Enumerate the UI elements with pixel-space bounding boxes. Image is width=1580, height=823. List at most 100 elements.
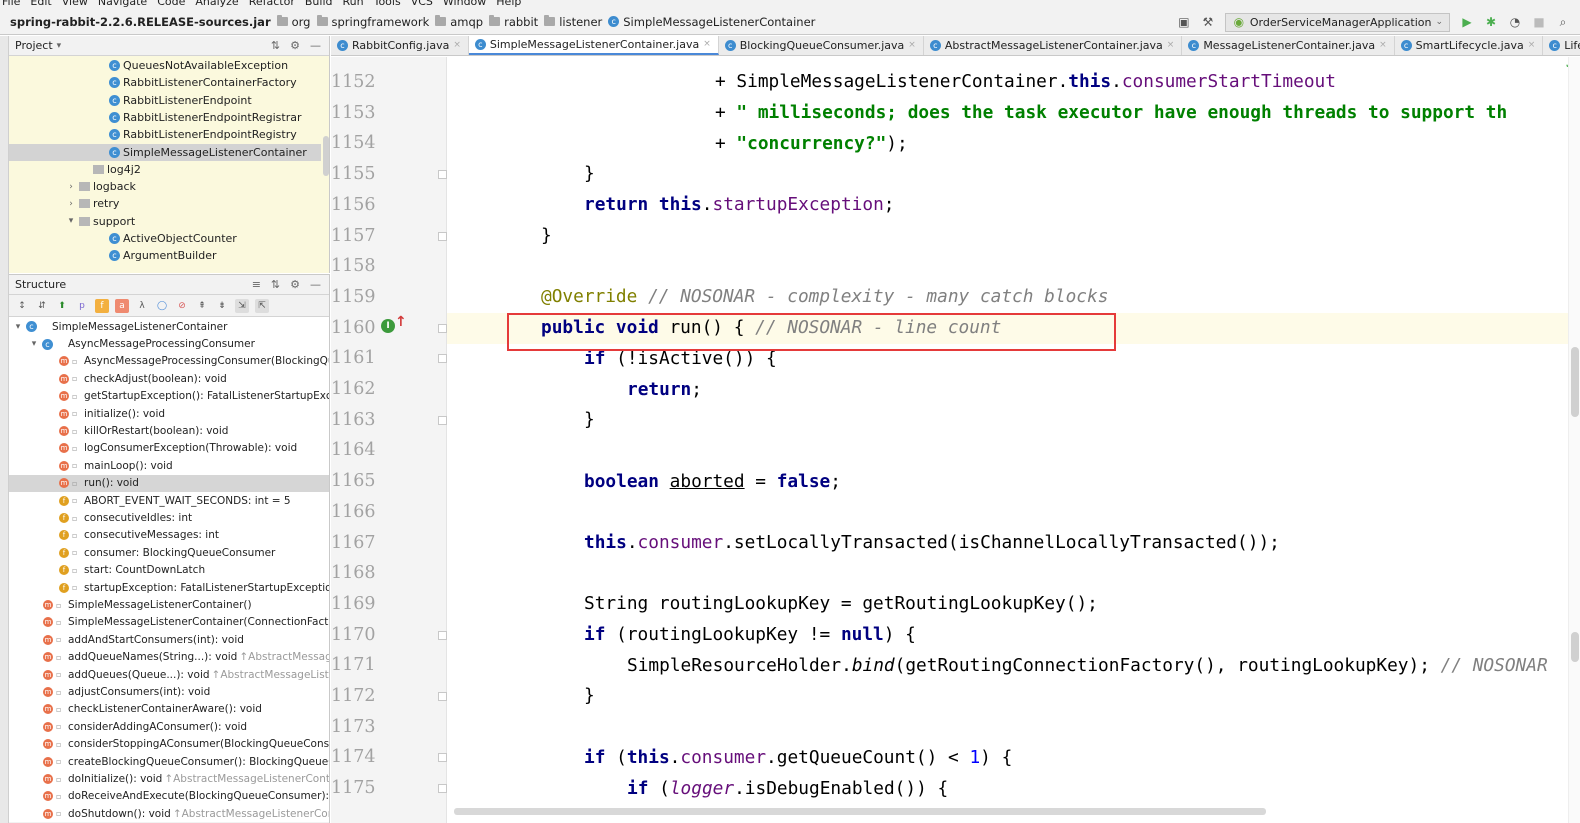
stop-icon[interactable]: ■ (1532, 15, 1546, 29)
chevron-down-icon[interactable]: ▾ (57, 41, 62, 51)
override-arrow-icon[interactable]: ↑ (395, 314, 407, 330)
structure-item[interactable]: m ▫ considerAddingAConsumer(): void (9, 718, 329, 735)
close-icon[interactable]: × (908, 40, 916, 50)
run-configuration-select[interactable]: ◉ OrderServiceManagerApplication ⌄ (1224, 12, 1450, 32)
chevron-right-icon[interactable]: › (66, 182, 76, 192)
menu-item-refactor[interactable]: Refactor (249, 0, 295, 8)
show-non-public-icon[interactable]: a (115, 298, 129, 313)
show-fields-icon[interactable]: f (95, 298, 109, 313)
menu-item-run[interactable]: Run (343, 0, 364, 8)
close-icon[interactable]: × (703, 39, 711, 49)
fold-marker-icon[interactable] (438, 415, 447, 425)
close-icon[interactable]: × (1167, 40, 1175, 50)
project-tree-item[interactable]: c QueuesNotAvailableException (9, 57, 321, 74)
structure-item[interactable]: m ▫ createBlockingQueueConsumer(): Blockin… (9, 753, 329, 770)
collapse-all-icon[interactable]: ⇅ (271, 278, 280, 291)
structure-item[interactable]: f ▫ consecutiveIdles: int (9, 509, 329, 526)
debug-icon[interactable]: ✱ (1484, 15, 1498, 29)
breadcrumb-rabbit[interactable]: rabbit (489, 15, 538, 29)
menu-item-view[interactable]: View (62, 0, 88, 8)
expand-all-icon[interactable]: ≡ (252, 278, 261, 291)
implements-marker-icon[interactable]: I (381, 319, 395, 333)
autoscroll-to-source-icon[interactable]: ⇲ (235, 298, 249, 313)
project-tree-item[interactable]: › retry (9, 195, 321, 212)
scrollbar[interactable] (323, 136, 329, 176)
project-tree-item[interactable]: log4j2 (9, 161, 321, 178)
project-tree-item[interactable]: ▾ support (9, 213, 321, 230)
project-tree-item[interactable]: c RabbitListenerEndpoint (9, 92, 321, 109)
chevron-right-icon[interactable]: › (66, 199, 76, 209)
gear-icon[interactable]: ⚙ (290, 39, 300, 52)
fold-marker-icon[interactable] (438, 354, 447, 364)
fold-marker-icon[interactable] (438, 323, 447, 333)
show-abstract-icon[interactable]: ⊘ (175, 299, 189, 313)
editor-tab[interactable]: c SimpleMessageListenerContainer.java × (468, 36, 719, 55)
collapse-icon[interactable]: ⇟ (215, 299, 229, 313)
project-structure-icon[interactable]: ▣ (1177, 15, 1191, 29)
structure-item[interactable]: m ▫ SimpleMessageListenerContainer() (9, 596, 329, 613)
coverage-icon[interactable]: ◔ (1508, 15, 1522, 29)
editor-tab[interactable]: c AbstractMessageListenerContainer.java × (924, 36, 1183, 55)
chevron-down-icon[interactable]: ▾ (13, 322, 23, 332)
structure-item[interactable]: m ▫ killOrRestart(boolean): void (9, 422, 329, 439)
project-panel-title[interactable]: Project (15, 39, 53, 52)
editor-tab[interactable]: c MessageListenerContainer.java × (1182, 36, 1395, 55)
breadcrumb-current[interactable]: c SimpleMessageListenerContainer (608, 15, 815, 29)
structure-item[interactable]: m ▫ AsyncMessageProcessingConsumer(Blockin… (9, 353, 329, 370)
show-lambdas-icon[interactable]: λ (135, 299, 149, 313)
structure-item[interactable]: m ▫ doShutdown(): void ↑AbstractMessageList… (9, 805, 329, 822)
project-tree-item[interactable]: c RabbitListenerEndpointRegistrar (9, 109, 321, 126)
breadcrumb-springframework[interactable]: springframework (316, 15, 429, 29)
fold-marker-icon[interactable] (438, 170, 447, 180)
breadcrumb-jar[interactable]: spring-rabbit-2.2.6.RELEASE-sources.jar (10, 15, 271, 29)
show-inherited-icon[interactable]: ⬆ (55, 299, 69, 313)
fold-marker-icon[interactable] (438, 753, 447, 763)
sort-visibility-icon[interactable]: ↕ (15, 299, 29, 313)
show-anonymous-icon[interactable]: ◯ (155, 299, 169, 313)
menu-item-build[interactable]: Build (305, 0, 333, 8)
editor-vertical-scrollbar[interactable] (1568, 57, 1580, 823)
chevron-down-icon[interactable]: ▾ (29, 339, 39, 349)
gear-icon[interactable]: ⚙ (290, 278, 300, 291)
structure-item[interactable]: m ▫ doInitialize(): void ↑AbstractMessageLi… (9, 770, 329, 787)
minimize-icon[interactable]: — (310, 278, 321, 291)
breadcrumb-amqp[interactable]: amqp (435, 15, 483, 29)
structure-item[interactable]: f ▫ consumer: BlockingQueueConsumer (9, 544, 329, 561)
menu-item-code[interactable]: Code (157, 0, 185, 8)
menu-item-edit[interactable]: Edit (30, 0, 51, 8)
sort-alpha-icon[interactable]: ⇵ (35, 299, 49, 313)
editor-tab[interactable]: c BlockingQueueConsumer.java × (719, 36, 924, 55)
breadcrumb-org[interactable]: org (276, 15, 311, 29)
structure-item[interactable]: m ▫ SimpleMessageListenerContainer(Connect… (9, 614, 329, 631)
structure-item[interactable]: f ▫ startupException: FatalListenerStartup… (9, 579, 329, 596)
menu-item-help[interactable]: Help (496, 0, 521, 8)
structure-item[interactable]: m ▫ mainLoop(): void (9, 457, 329, 474)
show-properties-icon[interactable]: p (75, 299, 89, 313)
project-tree-item[interactable]: c RabbitListenerEndpointRegistry (9, 126, 321, 143)
build-hammer-icon[interactable]: ⚒ (1201, 15, 1215, 29)
fold-marker-icon[interactable] (438, 784, 447, 794)
close-icon[interactable]: × (1379, 40, 1387, 50)
project-tree-item[interactable]: c SimpleMessageListenerContainer (9, 143, 321, 161)
close-icon[interactable]: × (453, 40, 461, 50)
search-icon[interactable]: ⌕ (1556, 15, 1570, 29)
editor-horizontal-scrollbar[interactable] (454, 808, 1266, 815)
fold-marker-icon[interactable] (438, 231, 447, 241)
menu-item-vcs[interactable]: VCS (411, 0, 433, 8)
structure-item[interactable]: m ▫ adjustConsumers(int): void (9, 683, 329, 700)
structure-item[interactable]: m ▫ logConsumerException(Throwable): void (9, 440, 329, 457)
structure-item[interactable]: m ▫ checkAdjust(boolean): void (9, 370, 329, 387)
structure-item[interactable]: m ▫ considerStoppingAConsumer(BlockingQueu… (9, 736, 329, 753)
structure-item[interactable]: m ▫ getStartupException(): FatalListenerSt… (9, 388, 329, 405)
structure-item[interactable]: m ▫ doReceiveAndExecute(BlockingQueueConsu… (9, 788, 329, 805)
menu-item-analyze[interactable]: Analyze (195, 0, 238, 8)
code-editor[interactable]: + SimpleMessageListenerContainer.this.co… (447, 57, 1580, 823)
expand-icon[interactable]: ⇞ (195, 299, 209, 313)
structure-item[interactable]: m ▫ addAndStartConsumers(int): void (9, 631, 329, 648)
structure-item[interactable]: m ▫ run(): void (9, 474, 329, 492)
structure-item[interactable]: f ▫ ABORT_EVENT_WAIT_SECONDS: int = 5 (9, 492, 329, 509)
collapse-all-icon[interactable]: ⇅ (271, 39, 280, 52)
fold-marker-icon[interactable] (438, 630, 447, 640)
structure-item[interactable]: ▾ c AsyncMessageProcessingConsumer (9, 335, 329, 352)
menu-item-file[interactable]: File (2, 0, 20, 8)
